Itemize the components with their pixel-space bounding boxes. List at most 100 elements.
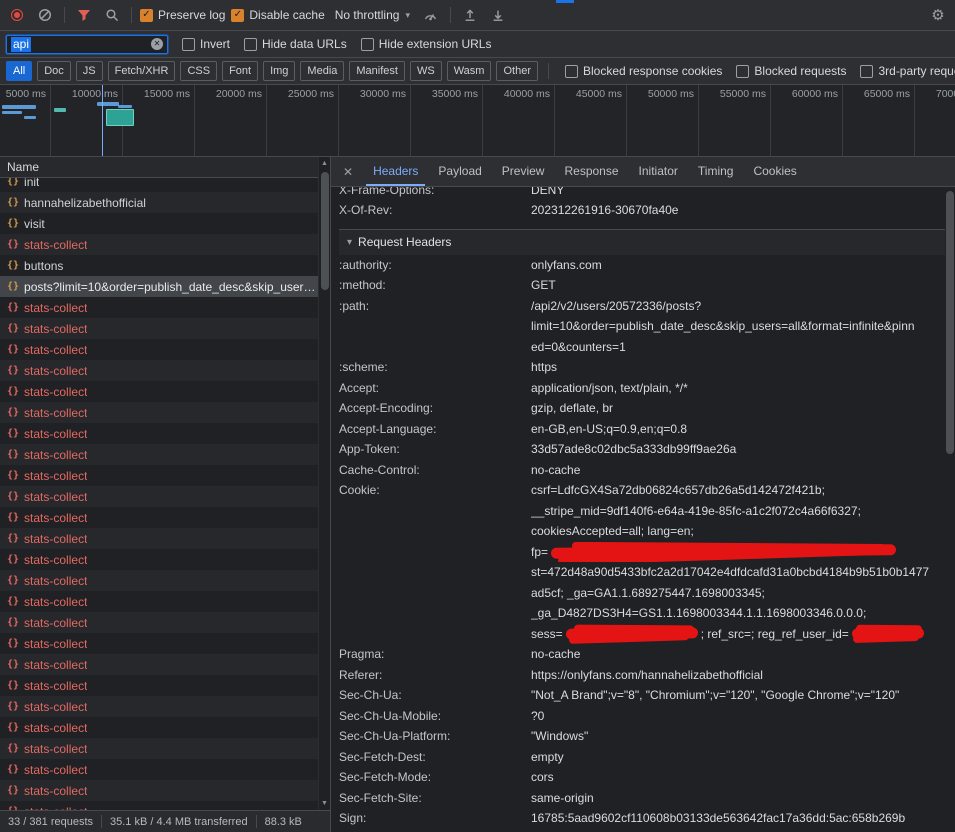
request-row[interactable]: {}stats-collect: [0, 339, 318, 360]
clipped-header-row: X-Frame-Options:DENY: [339, 187, 945, 200]
tab-cookies[interactable]: Cookies: [746, 157, 803, 186]
type-filter-manifest[interactable]: Manifest: [349, 61, 405, 81]
requests-pane: Name {}init{}hannahelizabethofficial{}vi…: [0, 157, 330, 832]
header-value-line: no-cache: [531, 460, 945, 481]
invert-checkbox[interactable]: Invert: [182, 37, 230, 51]
request-row[interactable]: {}stats-collect: [0, 528, 318, 549]
request-row[interactable]: {}stats-collect: [0, 486, 318, 507]
type-filter-fetch-xhr[interactable]: Fetch/XHR: [108, 61, 176, 81]
filter-input[interactable]: api ✕: [6, 35, 168, 54]
header-name: Sign:: [339, 808, 531, 829]
filter-checkbox-blocked-response-cookies[interactable]: Blocked response cookies: [565, 64, 722, 78]
type-filter-other[interactable]: Other: [496, 61, 538, 81]
header-value: gzip, deflate, br: [531, 398, 945, 419]
timeline-overview[interactable]: 5000 ms10000 ms15000 ms20000 ms25000 ms3…: [0, 85, 955, 157]
filter-checkbox-blocked-requests[interactable]: Blocked requests: [736, 64, 846, 78]
clear-filter-icon[interactable]: ✕: [151, 38, 163, 50]
request-row[interactable]: {}stats-collect: [0, 549, 318, 570]
type-filter-css[interactable]: CSS: [180, 61, 217, 81]
type-filter-all[interactable]: All: [6, 61, 32, 81]
upload-icon: [463, 8, 477, 22]
request-row[interactable]: {}stats-collect: [0, 759, 318, 780]
request-row[interactable]: {}stats-collect: [0, 696, 318, 717]
tab-headers[interactable]: Headers: [366, 157, 425, 186]
request-row[interactable]: {}stats-collect: [0, 234, 318, 255]
gridline: [842, 85, 843, 156]
header-value: no-cache: [531, 644, 945, 665]
request-row[interactable]: {}stats-collect: [0, 675, 318, 696]
header-value-line: "Windows": [531, 726, 945, 747]
request-row[interactable]: {}hannahelizabethofficial: [0, 192, 318, 213]
scroll-down-icon[interactable]: ▼: [321, 797, 328, 810]
checkbox-label: Blocked requests: [754, 64, 846, 78]
requests-count: 33 / 381 requests: [8, 816, 93, 828]
import-har-button[interactable]: [459, 4, 481, 26]
request-row[interactable]: {}stats-collect: [0, 738, 318, 759]
request-row[interactable]: {}stats-collect: [0, 633, 318, 654]
request-row[interactable]: {}stats-collect: [0, 297, 318, 318]
checkbox-checked-icon: [140, 9, 153, 22]
type-filter-doc[interactable]: Doc: [37, 61, 71, 81]
export-har-button[interactable]: [487, 4, 509, 26]
request-row[interactable]: {}stats-collect: [0, 381, 318, 402]
request-row[interactable]: {}stats-collect: [0, 612, 318, 633]
request-headers-section[interactable]: ▾Request Headers: [339, 229, 945, 255]
request-row[interactable]: {}stats-collect: [0, 423, 318, 444]
request-row[interactable]: {}stats-collect: [0, 465, 318, 486]
request-row[interactable]: {}posts?limit=10&order=publish_date_desc…: [0, 276, 318, 297]
gridline: [410, 85, 411, 156]
network-conditions-button[interactable]: [420, 4, 442, 26]
type-filter-js[interactable]: JS: [76, 61, 103, 81]
close-details-button[interactable]: ✕: [333, 165, 363, 179]
request-row[interactable]: {}stats-collect: [0, 717, 318, 738]
type-filter-wasm[interactable]: Wasm: [447, 61, 492, 81]
tab-payload[interactable]: Payload: [431, 157, 488, 186]
request-row[interactable]: {}stats-collect: [0, 318, 318, 339]
request-row[interactable]: {}stats-collect: [0, 780, 318, 801]
request-row[interactable]: {}stats-collect: [0, 801, 318, 810]
network-toolbar: Preserve log Disable cache No throttling…: [0, 0, 955, 31]
request-row[interactable]: {}stats-collect: [0, 654, 318, 675]
tab-preview[interactable]: Preview: [495, 157, 552, 186]
waterfall-bar: [24, 116, 36, 119]
request-row[interactable]: {}stats-collect: [0, 444, 318, 465]
settings-gear-icon[interactable]: ⚙: [927, 4, 949, 26]
type-filter-img[interactable]: Img: [263, 61, 295, 81]
scrollbar-thumb[interactable]: [321, 172, 329, 290]
header-name: Time:: [339, 829, 531, 832]
preserve-log-checkbox[interactable]: Preserve log: [140, 8, 225, 22]
request-row[interactable]: {}buttons: [0, 255, 318, 276]
tab-initiator[interactable]: Initiator: [632, 157, 685, 186]
record-button[interactable]: [6, 4, 28, 26]
request-row[interactable]: {}init: [0, 178, 318, 192]
tab-response[interactable]: Response: [557, 157, 625, 186]
requests-scrollbar[interactable]: ▲ ▼: [318, 157, 330, 810]
request-row[interactable]: {}visit: [0, 213, 318, 234]
request-row[interactable]: {}stats-collect: [0, 507, 318, 528]
type-filter-font[interactable]: Font: [222, 61, 258, 81]
request-row[interactable]: {}stats-collect: [0, 402, 318, 423]
header-name: Referer:: [339, 665, 531, 686]
hide-data-urls-checkbox[interactable]: Hide data URLs: [244, 37, 347, 51]
filter-button[interactable]: [73, 4, 95, 26]
type-filter-media[interactable]: Media: [300, 61, 344, 81]
details-scrollbar[interactable]: [945, 187, 955, 832]
scrollbar-thumb[interactable]: [946, 191, 954, 454]
request-name: stats-collect: [24, 301, 87, 315]
name-column-header[interactable]: Name: [0, 157, 330, 178]
gridline: [266, 85, 267, 156]
hide-extension-urls-checkbox[interactable]: Hide extension URLs: [361, 37, 492, 51]
clear-network-log-button[interactable]: [34, 4, 56, 26]
file-type-icon: {}: [7, 722, 19, 733]
request-row[interactable]: {}stats-collect: [0, 591, 318, 612]
filter-checkbox-3rd-party-requests[interactable]: 3rd-party requests: [860, 64, 955, 78]
search-button[interactable]: [101, 4, 123, 26]
tab-timing[interactable]: Timing: [691, 157, 741, 186]
request-name: stats-collect: [24, 532, 87, 546]
scroll-up-icon[interactable]: ▲: [321, 157, 328, 170]
throttling-select[interactable]: No throttling ▾: [331, 6, 414, 24]
disable-cache-checkbox[interactable]: Disable cache: [231, 8, 324, 22]
type-filter-ws[interactable]: WS: [410, 61, 442, 81]
request-row[interactable]: {}stats-collect: [0, 360, 318, 381]
request-row[interactable]: {}stats-collect: [0, 570, 318, 591]
